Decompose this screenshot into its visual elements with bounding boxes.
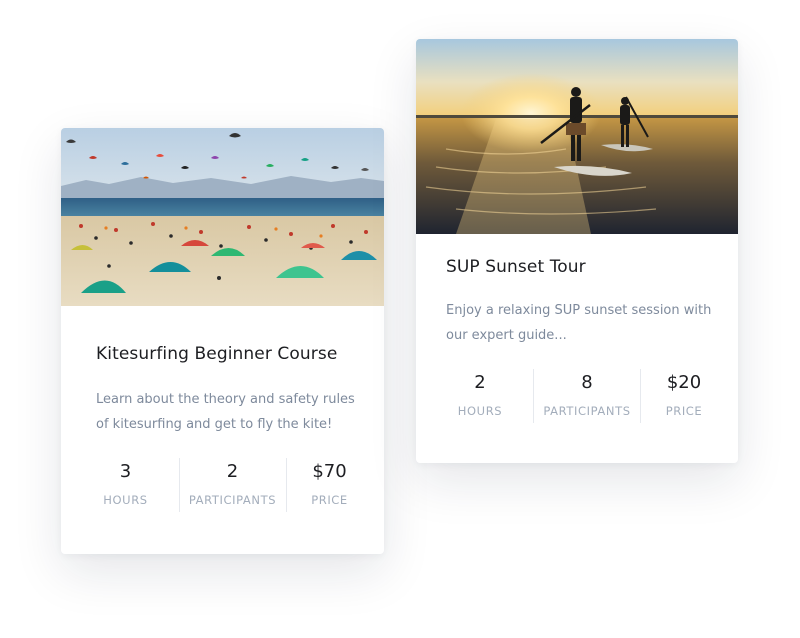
stat-label: HOURS xyxy=(103,493,148,507)
stat-price: $20 PRICE xyxy=(640,369,727,423)
stat-price: $70 PRICE xyxy=(285,458,373,512)
stat-hours: 3 HOURS xyxy=(73,458,179,512)
stat-value: 2 xyxy=(474,372,486,393)
sup-sunset-image xyxy=(416,39,738,234)
kitesurfing-beach-image xyxy=(61,128,384,306)
stat-label: PARTICIPANTS xyxy=(543,404,631,418)
course-stats: 3 HOURS 2 PARTICIPANTS $70 PRICE xyxy=(61,458,384,512)
stat-value: 2 xyxy=(226,461,239,482)
kitesurfing-beach-photo xyxy=(61,128,384,306)
course-title: Kitesurfing Beginner Course xyxy=(96,344,338,364)
stat-participants: 2 PARTICIPANTS xyxy=(178,458,286,512)
stat-value: 3 xyxy=(119,461,132,482)
stat-value: $70 xyxy=(312,461,347,482)
stat-hours: 2 HOURS xyxy=(427,369,533,423)
stat-label: PARTICIPANTS xyxy=(188,493,277,507)
stat-value: $20 xyxy=(666,372,702,393)
stat-label: PRICE xyxy=(665,404,703,418)
course-stats: 2 HOURS 8 PARTICIPANTS $20 PRICE xyxy=(416,369,738,423)
page: Kitesurfing Beginner Course Learn about … xyxy=(0,0,800,638)
sup-sunset-photo xyxy=(416,39,738,234)
stat-participants: 8 PARTICIPANTS xyxy=(533,369,640,423)
stat-label: HOURS xyxy=(457,404,503,418)
stat-value: 8 xyxy=(581,372,593,393)
course-description: Learn about the theory and safety rules … xyxy=(96,392,355,432)
course-card-sup-sunset[interactable]: SUP Sunset Tour Enjoy a relaxing SUP sun… xyxy=(416,39,738,463)
course-description: Enjoy a relaxing SUP sunset session with… xyxy=(446,303,712,343)
stat-label: PRICE xyxy=(311,493,348,507)
course-card-kitesurfing[interactable]: Kitesurfing Beginner Course Learn about … xyxy=(61,128,384,554)
course-title: SUP Sunset Tour xyxy=(446,257,586,277)
